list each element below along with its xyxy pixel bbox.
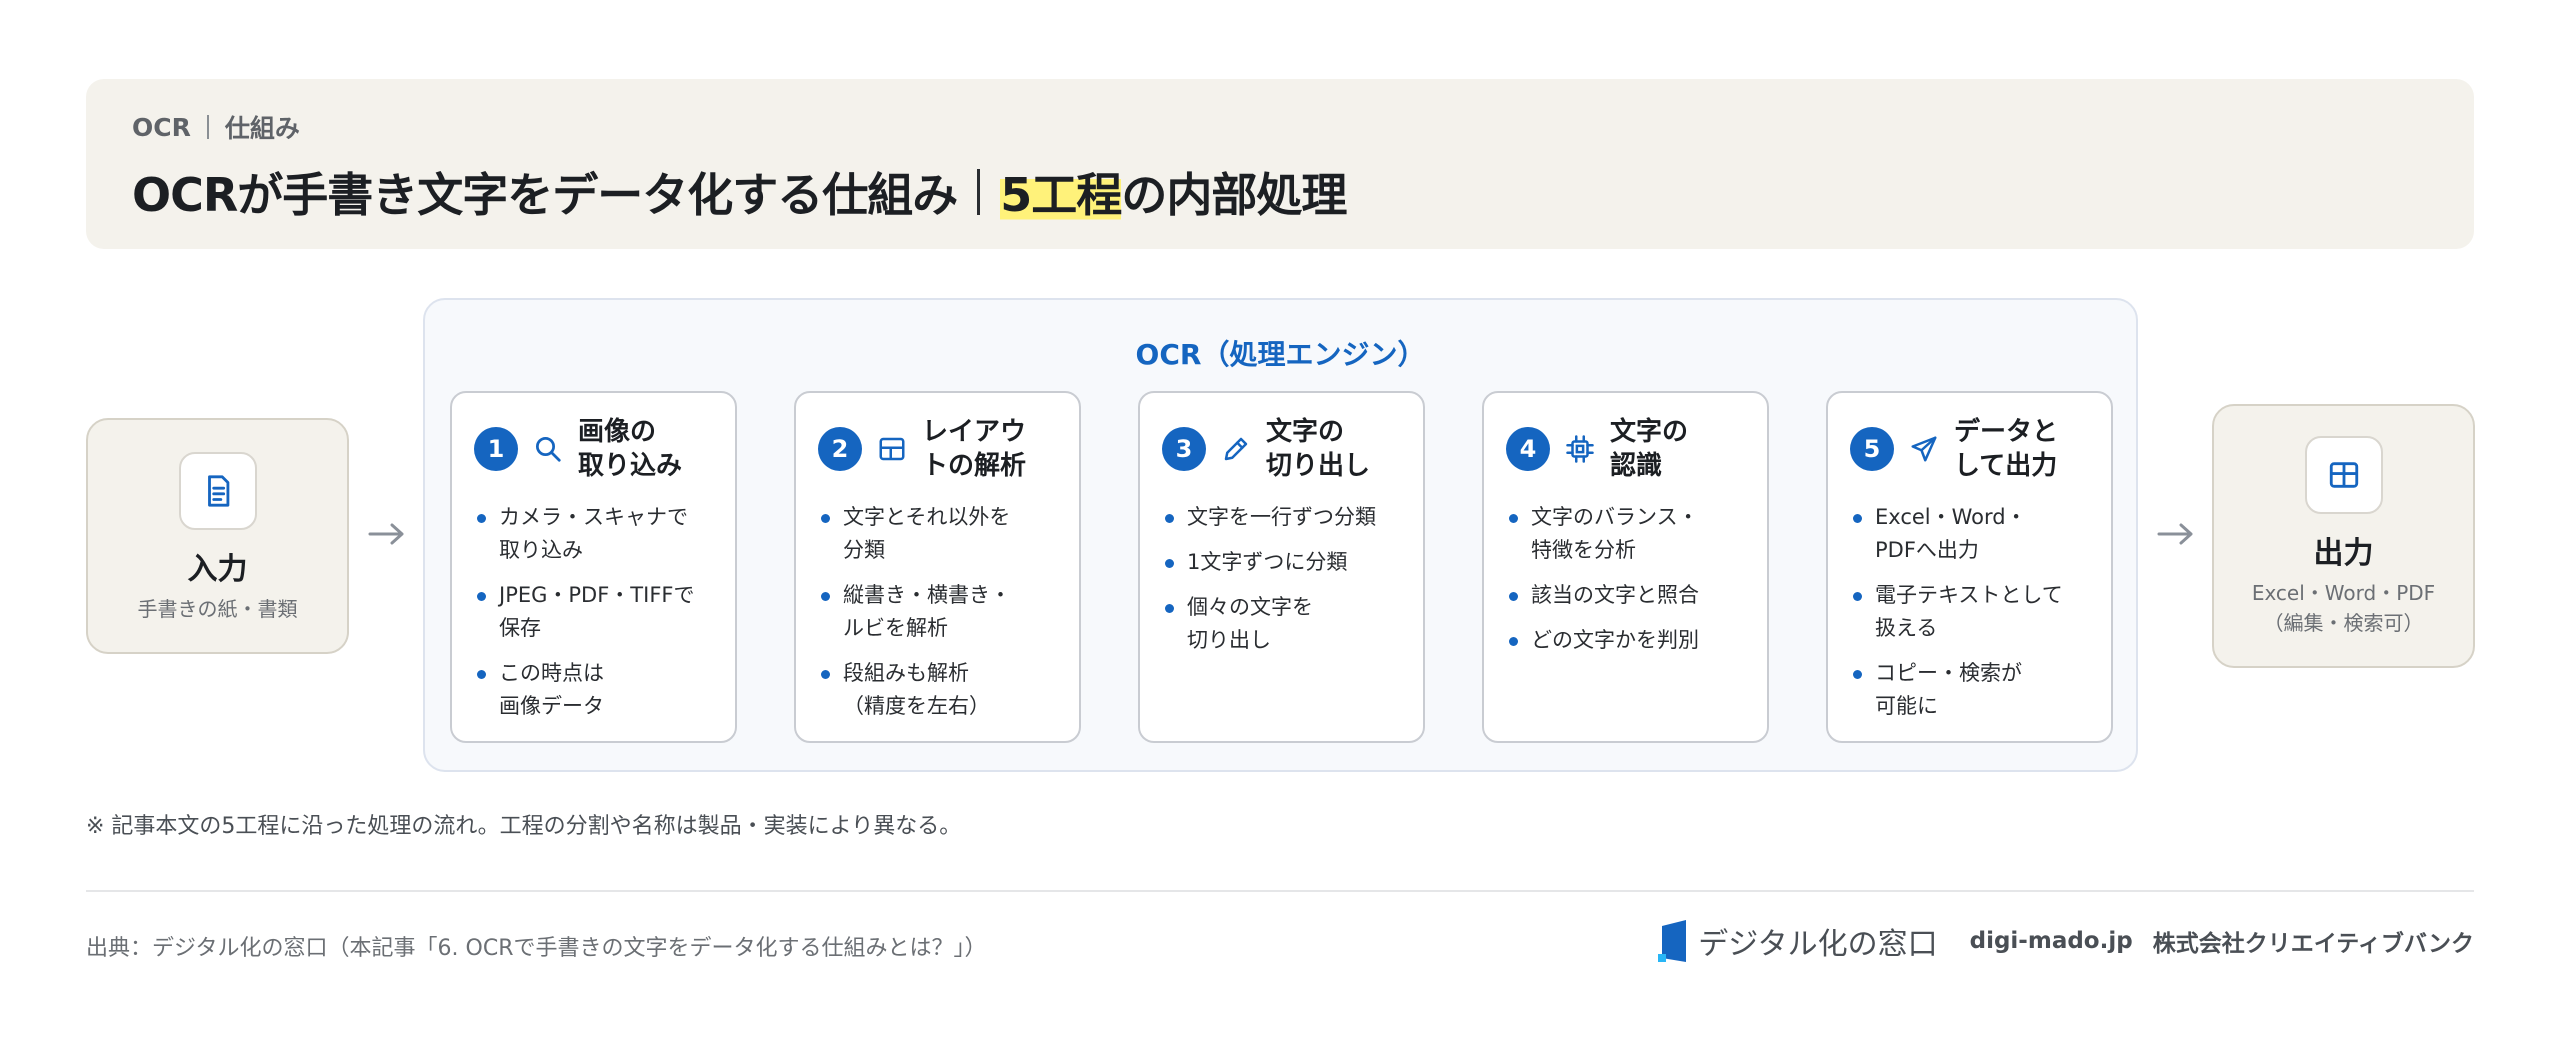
footer-brand: デジタル化の窓口 digi-mado.jp 株式会社クリエイティブバンク xyxy=(1656,918,2474,964)
step-card-4: 4 文字の 認識 文字のバランス・ 特徴を分析 該当の文字と照合 どの文字かを判… xyxy=(1482,391,1769,743)
search-icon xyxy=(532,433,564,465)
list-item: 個々の文字を 切り出し xyxy=(1162,591,1409,657)
step-card-5: 5 データと して出力 Excel・Word・ PDFへ出力 電子テキストとして… xyxy=(1826,391,2113,743)
output-title: 出力 xyxy=(2313,536,2374,571)
arrow-right-icon xyxy=(2157,523,2193,545)
breadcrumb-item-ocr[interactable]: OCR xyxy=(132,113,191,142)
list-item: 文字を一行ずつ分類 xyxy=(1162,501,1409,534)
step-card-1: 1 画像の 取り込み カメラ・スキャナで 取り込み JPEG・PDF・TIFFで… xyxy=(450,391,737,743)
step-bullet-list: カメラ・スキャナで 取り込み JPEG・PDF・TIFFで 保存 この時点は 画… xyxy=(474,501,721,735)
step-number-badge: 1 xyxy=(474,427,518,471)
list-item: 1文字ずつに分類 xyxy=(1162,546,1409,579)
step-bullet-list: 文字のバランス・ 特徴を分析 該当の文字と照合 どの文字かを判別 xyxy=(1506,501,1753,669)
list-item: JPEG・PDF・TIFFで 保存 xyxy=(474,579,721,645)
list-item: 文字のバランス・ 特徴を分析 xyxy=(1506,501,1753,567)
brand-domain-link[interactable]: digi-mado.jp xyxy=(1970,928,2133,954)
step-number-badge: 3 xyxy=(1162,427,1206,471)
list-item: 文字とそれ以外を 分類 xyxy=(818,501,1065,567)
step-number-badge: 5 xyxy=(1850,427,1894,471)
step-card-2: 2 レイアウ トの解析 文字とそれ以外を 分類 縦書き・横書き・ ルビを解析 段… xyxy=(794,391,1081,743)
input-subtitle: 手書きの紙・書類 xyxy=(137,597,298,621)
divider xyxy=(86,890,2474,892)
page-title: OCRが手書き文字をデータ化する仕組み 5工程 の内部処理 xyxy=(132,159,2428,225)
list-item: Excel・Word・ PDFへ出力 xyxy=(1850,501,2097,567)
company-name: 株式会社クリエイティブバンク xyxy=(2152,931,2474,957)
list-item: 電子テキストとして 扱える xyxy=(1850,579,2097,645)
engine-title: OCR（処理エンジン） xyxy=(1135,338,1426,371)
output-box: 出力 Excel・Word・PDF （編集・検索可） xyxy=(2212,404,2475,668)
output-subtitle: Excel・Word・PDF （編集・検索可） xyxy=(2251,581,2436,635)
step-number-badge: 2 xyxy=(818,427,862,471)
title-main: OCRが手書き文字をデータ化する仕組み xyxy=(132,168,958,222)
list-item: 縦書き・横書き・ ルビを解析 xyxy=(818,579,1065,645)
table-icon xyxy=(2304,436,2383,514)
input-title: 入力 xyxy=(187,552,248,587)
chip-icon xyxy=(1564,433,1596,465)
header-panel: OCR 仕組み OCRが手書き文字をデータ化する仕組み 5工程 の内部処理 xyxy=(86,79,2474,249)
list-item: この時点は 画像データ xyxy=(474,657,721,723)
list-item: コピー・検索が 可能に xyxy=(1850,657,2097,723)
step-title: データと して出力 xyxy=(1954,417,2059,481)
step-title: レイアウ トの解析 xyxy=(922,417,1027,481)
input-box: 入力 手書きの紙・書類 xyxy=(86,418,349,654)
pencil-icon xyxy=(1220,433,1252,465)
step-card-3: 3 文字の 切り出し 文字を一行ずつ分類 1文字ずつに分類 個々の文字を 切り出… xyxy=(1138,391,1425,743)
title-separator xyxy=(977,169,981,215)
list-item: カメラ・スキャナで 取り込み xyxy=(474,501,721,567)
step-number-badge: 4 xyxy=(1506,427,1550,471)
brand-name: デジタル化の窓口 xyxy=(1698,927,1938,962)
list-item: 該当の文字と照合 xyxy=(1506,579,1753,612)
source-citation: 出典：デジタル化の窓口（本記事「6. OCRで手書きの文字をデータ化する仕組みと… xyxy=(86,936,987,961)
step-title: 文字の 切り出し xyxy=(1266,417,1371,481)
list-item: どの文字かを判別 xyxy=(1506,624,1753,657)
title-tail: の内部処理 xyxy=(1121,168,1347,222)
step-bullet-list: 文字を一行ずつ分類 1文字ずつに分類 個々の文字を 切り出し xyxy=(1162,501,1409,669)
footnote: ※ 記事本文の5工程に沿った処理の流れ。工程の分割や名称は製品・実装により異なる… xyxy=(86,814,962,839)
document-icon xyxy=(178,452,257,530)
step-title: 文字の 認識 xyxy=(1610,417,1689,481)
breadcrumb-item-mechanism[interactable]: 仕組み xyxy=(225,109,300,145)
send-icon xyxy=(1908,433,1940,465)
layout-grid-icon xyxy=(876,433,908,465)
step-bullet-list: Excel・Word・ PDFへ出力 電子テキストとして 扱える コピー・検索が… xyxy=(1850,501,2097,735)
brand-logo-icon xyxy=(1658,920,1687,962)
breadcrumb: OCR 仕組み xyxy=(132,109,2428,145)
title-highlight: 5工程 xyxy=(1000,159,1122,225)
breadcrumb-separator xyxy=(206,115,209,139)
list-item: 段組みも解析 （精度を左右） xyxy=(818,657,1065,723)
arrow-right-icon xyxy=(368,523,404,545)
step-title: 画像の 取り込み xyxy=(578,417,683,481)
step-bullet-list: 文字とそれ以外を 分類 縦書き・横書き・ ルビを解析 段組みも解析 （精度を左右… xyxy=(818,501,1065,735)
